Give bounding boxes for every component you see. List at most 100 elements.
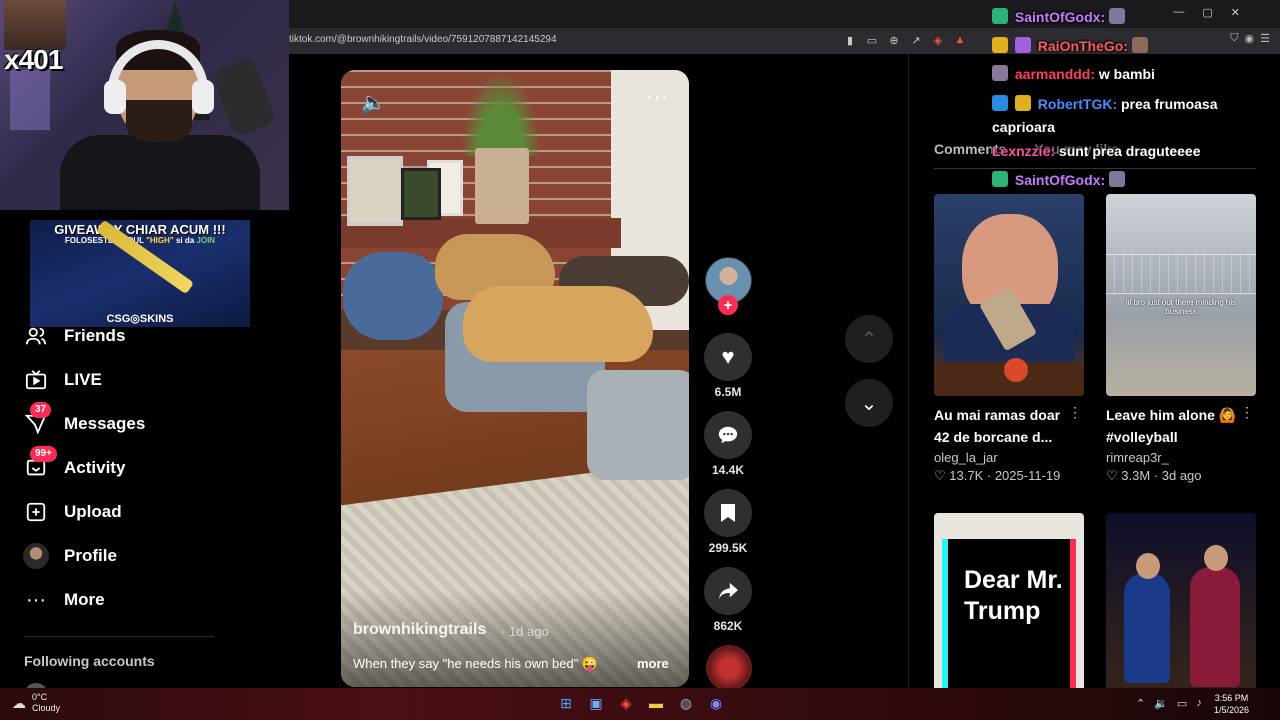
caption-more-button[interactable]: more bbox=[637, 656, 669, 671]
volume-icon[interactable]: 🔈 bbox=[361, 90, 386, 115]
chat-message: aarmanddd: w bambi bbox=[992, 65, 1155, 82]
video-author[interactable]: brownhikingtrails bbox=[353, 621, 486, 639]
emote-icon bbox=[1109, 8, 1126, 24]
steam-icon[interactable]: ◍ bbox=[676, 693, 696, 713]
card-more-icon[interactable]: ⋮ bbox=[1068, 404, 1082, 421]
video-thumbnail[interactable]: Dear Mr. Trump bbox=[934, 513, 1084, 715]
upload-icon bbox=[22, 498, 50, 526]
reader-mode-icon[interactable]: ▮ bbox=[842, 31, 858, 49]
more-options-icon[interactable]: ··· bbox=[646, 86, 669, 109]
share-action[interactable]: 862K bbox=[704, 567, 752, 633]
activity-icon: 99+ bbox=[22, 446, 57, 482]
chat-message: RobertTGK: prea frumoasa caprioara bbox=[992, 93, 1252, 139]
live-icon bbox=[22, 366, 50, 394]
address-bar-actions: ▮ ▭ ⊕ ↗ ◈ ▲ bbox=[842, 31, 968, 49]
sidebar-item-label: LIVE bbox=[64, 370, 102, 389]
activity-badge: 99+ bbox=[30, 446, 57, 462]
video-thumbnail[interactable]: lil bro just out there minding his busin… bbox=[1106, 194, 1256, 396]
comment-count: 14.4K bbox=[711, 463, 745, 477]
card-author[interactable]: rimreap3r_ bbox=[1106, 450, 1256, 465]
giveaway-banner: GIVEAWAY CHIAR ACUM !!! FOLOSESTE CODUL … bbox=[30, 220, 250, 327]
thumbnail-text: Dear Mr. Trump bbox=[964, 566, 1063, 625]
discord-icon[interactable]: ◉ bbox=[706, 693, 726, 713]
card-author[interactable]: oleg_la_jar bbox=[934, 450, 1084, 465]
sponsor-logo: CSG◎SKINS bbox=[106, 313, 174, 325]
rewards-icon[interactable]: ▲ bbox=[952, 31, 968, 49]
weather-condition: Cloudy bbox=[32, 703, 61, 713]
system-tray: ⌃ 🔉 ▭ ♪ bbox=[1136, 697, 1202, 710]
previous-video-button[interactable]: ⌃ bbox=[845, 315, 893, 363]
chat-message: Lexnzzie: sunt prea draguteeee bbox=[992, 143, 1201, 159]
extension-icon[interactable]: ⛉ bbox=[1230, 32, 1238, 45]
follow-plus-icon[interactable]: + bbox=[718, 295, 738, 315]
sidebar-item-label: Messages bbox=[64, 414, 146, 433]
share-icon[interactable]: ↗ bbox=[908, 31, 924, 49]
sidebar-item-label: Friends bbox=[64, 326, 126, 345]
task-view-icon[interactable]: ▣ bbox=[586, 693, 606, 713]
zoom-icon[interactable]: ⊕ bbox=[886, 31, 902, 49]
messages-icon: 37 bbox=[22, 402, 52, 438]
video-thumbnail[interactable] bbox=[934, 194, 1084, 396]
heart-icon[interactable]: ♥ bbox=[704, 333, 752, 381]
like-count: 6.5M bbox=[714, 385, 742, 399]
close-icon[interactable]: ✕ bbox=[1231, 6, 1240, 19]
maximize-icon[interactable]: ▢ bbox=[1202, 6, 1212, 19]
comment-icon[interactable] bbox=[704, 411, 752, 459]
sidebar-item-activity[interactable]: 99+ Activity bbox=[22, 446, 125, 483]
recommendation-card[interactable] bbox=[1106, 513, 1256, 715]
sidebar-item-upload[interactable]: Upload bbox=[22, 497, 122, 527]
viewer-badge-icon bbox=[992, 65, 1008, 81]
comment-action[interactable]: 14.4K bbox=[704, 411, 752, 477]
like-action[interactable]: ♥ 6.5M bbox=[704, 333, 752, 399]
video-thumbnail[interactable] bbox=[1106, 513, 1256, 715]
share-count: 862K bbox=[713, 619, 743, 633]
giveaway-title: GIVEAWAY CHIAR ACUM !!! bbox=[54, 222, 226, 237]
speaker-icon[interactable]: ♪ bbox=[1196, 697, 1202, 710]
file-explorer-icon[interactable]: ▬ bbox=[646, 693, 666, 713]
clock-time: 3:56 PM bbox=[1214, 693, 1249, 703]
sidebar-item-profile[interactable]: Profile bbox=[22, 541, 117, 571]
more-icon: ··· bbox=[26, 588, 46, 611]
gift-badge-icon bbox=[992, 8, 1008, 24]
screencast-icon[interactable]: ▭ bbox=[864, 31, 880, 49]
url-text[interactable]: tiktok.com/@brownhikingtrails/video/7591… bbox=[289, 34, 557, 45]
chat-message: SaintOfGodx: bbox=[992, 8, 1128, 25]
card-title[interactable]: Leave him alone 🙆 #volleyball bbox=[1106, 404, 1246, 448]
sidebar-item-label: Profile bbox=[64, 546, 117, 565]
display-icon[interactable]: ▭ bbox=[1177, 697, 1187, 710]
heart-outline-icon: ♡ bbox=[934, 468, 946, 483]
card-title[interactable]: Au mai ramas doar 42 de borcane d... bbox=[934, 404, 1074, 448]
next-video-avatar[interactable] bbox=[706, 645, 752, 691]
sidebar-item-label: More bbox=[64, 590, 105, 609]
weather-widget[interactable]: ☁ 0°C Cloudy bbox=[12, 692, 60, 714]
card-more-icon[interactable]: ⋮ bbox=[1240, 404, 1254, 421]
sidebar-item-more[interactable]: ··· More bbox=[22, 585, 105, 615]
bookmark-icon[interactable] bbox=[704, 489, 752, 537]
brave-browser-icon[interactable]: ◈ bbox=[616, 693, 636, 713]
volume-tray-icon[interactable]: 🔉 bbox=[1154, 697, 1168, 710]
avatar bbox=[22, 542, 50, 570]
share-arrow-icon[interactable] bbox=[704, 567, 752, 615]
emote-icon bbox=[1131, 37, 1148, 53]
recommendation-card[interactable]: lil bro just out there minding his busin… bbox=[1106, 194, 1256, 484]
chat-username: Lexnzzie: bbox=[992, 143, 1056, 159]
chevron-up-icon[interactable]: ⌃ bbox=[1136, 697, 1145, 710]
next-video-button[interactable]: ⌄ bbox=[845, 379, 893, 427]
card-likes: 3.3M bbox=[1121, 468, 1151, 483]
meme-counter: x401 bbox=[4, 44, 63, 75]
recommendation-card[interactable]: Au mai ramas doar 42 de borcane d... ⋮ o… bbox=[934, 194, 1084, 484]
save-action[interactable]: 299.5K bbox=[704, 489, 752, 555]
recommendation-card[interactable]: Dear Mr. Trump bbox=[934, 513, 1084, 715]
sidebar-item-live[interactable]: LIVE bbox=[22, 365, 102, 395]
taskbar-apps: ⊞ ▣ ◈ ▬ ◍ ◉ bbox=[556, 693, 726, 713]
menu-icon[interactable]: ☰ bbox=[1260, 32, 1270, 45]
brave-shield-icon[interactable]: ◈ bbox=[930, 31, 946, 49]
vpn-icon[interactable]: ◉ bbox=[1245, 32, 1255, 45]
windows-start-icon[interactable]: ⊞ bbox=[556, 693, 576, 713]
video-player[interactable]: 🔈 ··· brownhikingtrails · 1d ago When th… bbox=[341, 70, 689, 687]
sidebar-item-messages[interactable]: 37 Messages bbox=[22, 402, 146, 439]
taskbar-clock[interactable]: 3:56 PM 1/5/2026 bbox=[1214, 692, 1249, 716]
giveaway-code: "HIGH" bbox=[146, 236, 174, 245]
save-count: 299.5K bbox=[708, 541, 748, 555]
minimize-icon[interactable]: — bbox=[1173, 6, 1184, 19]
